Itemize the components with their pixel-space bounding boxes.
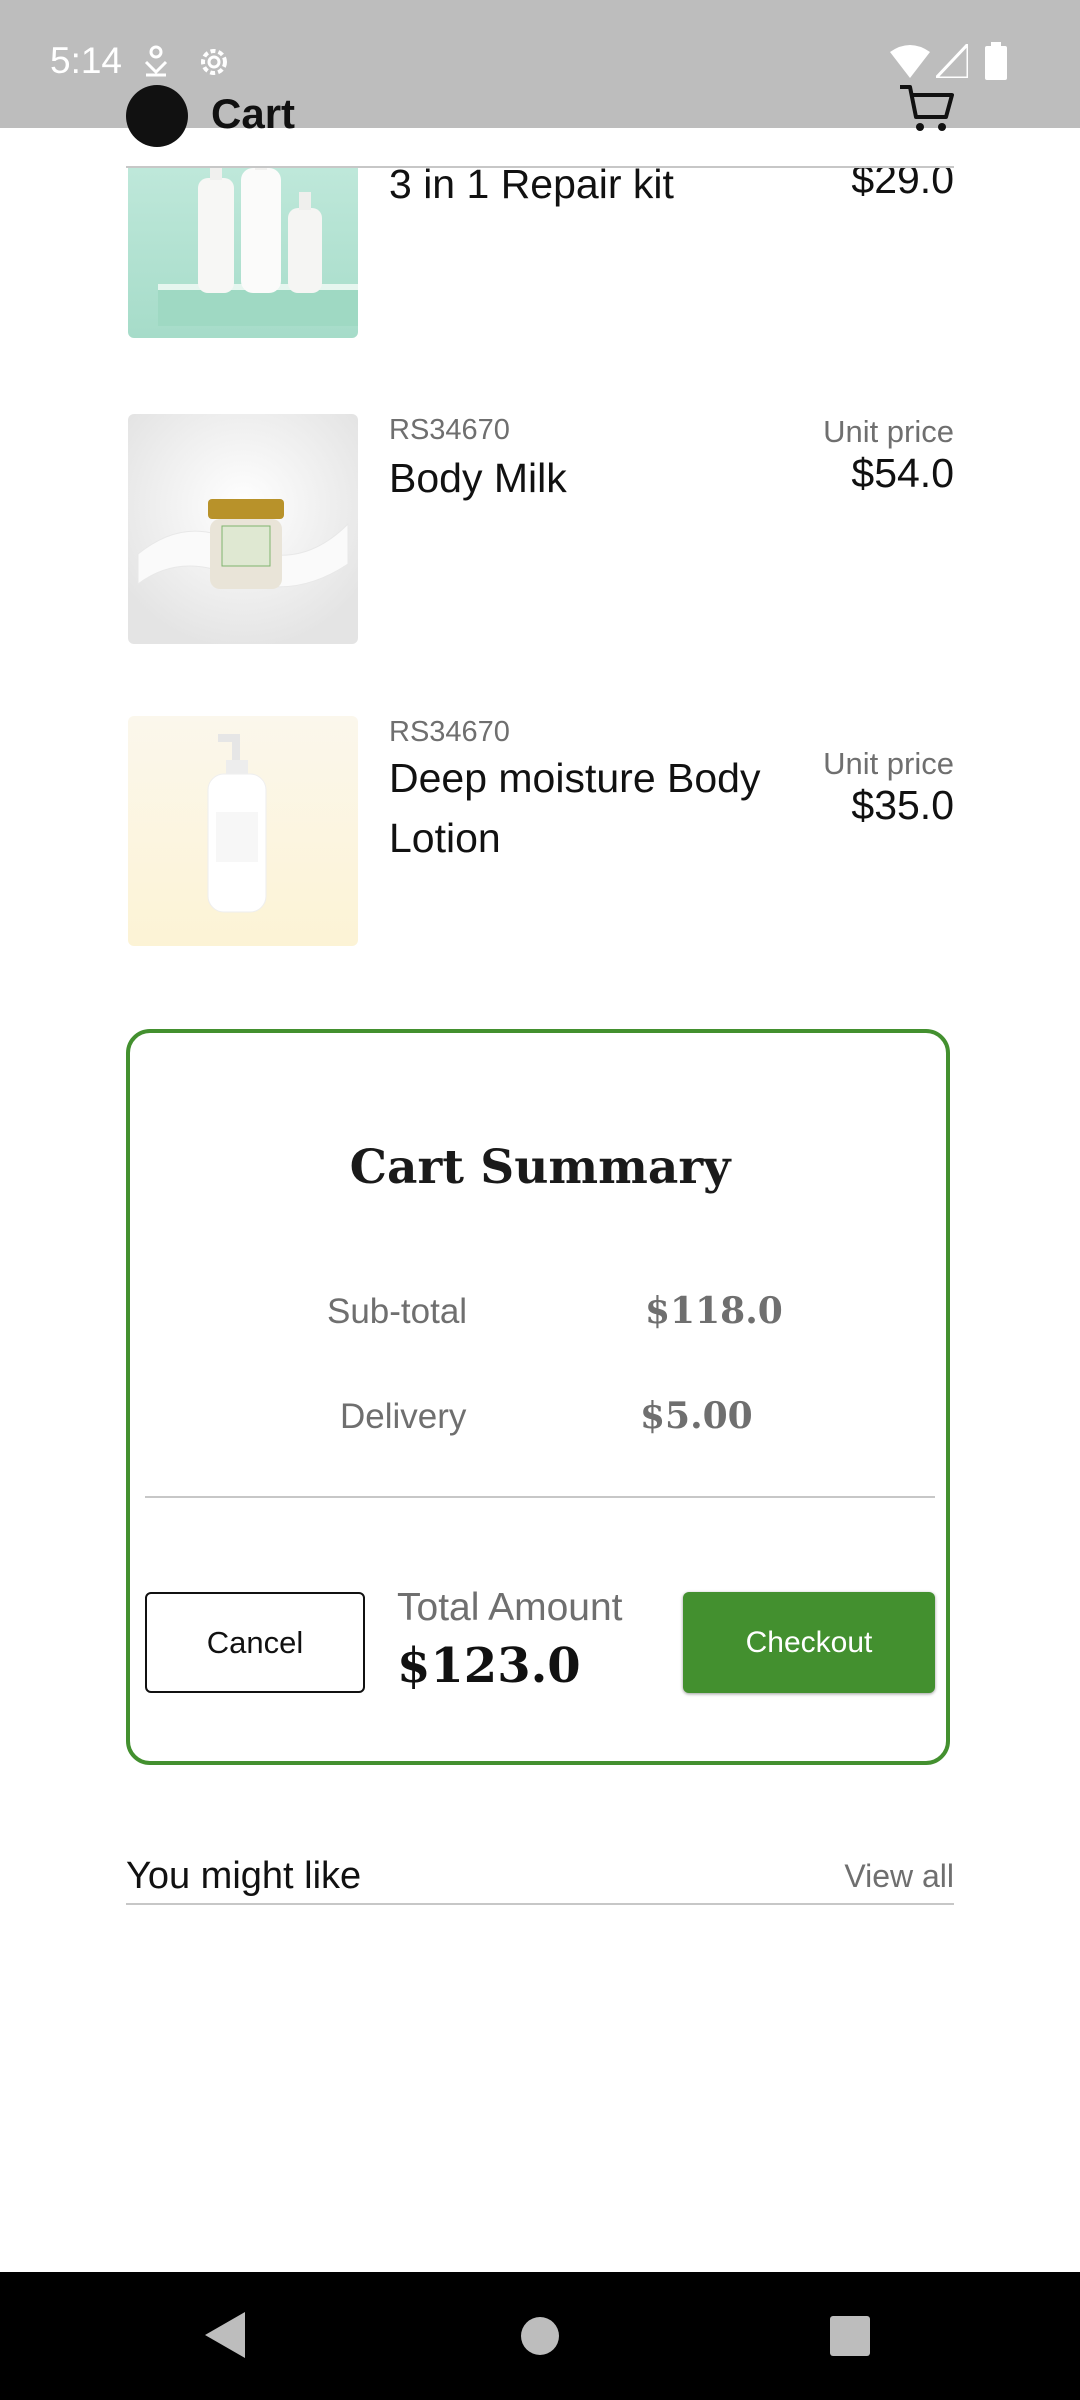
recents-icon[interactable] [830, 2316, 870, 2361]
product-image [128, 414, 358, 644]
delivery-label: Delivery [340, 1397, 467, 1436]
checkout-button[interactable]: Checkout [683, 1592, 935, 1693]
download-icon [140, 44, 172, 83]
item-name: 3 in 1 Repair kit [389, 168, 674, 207]
item-price: $29.0 [851, 168, 954, 202]
item-code: RS34670 [389, 716, 510, 748]
app-bar: Cart [126, 80, 954, 166]
item-price: $35.0 [851, 782, 954, 828]
item-name: Body Milk [389, 455, 567, 501]
cancel-button[interactable]: Cancel [145, 1592, 365, 1693]
unit-price-label: Unit price [823, 746, 954, 781]
battery-icon [985, 42, 1007, 85]
item-name: Deep moisture Body Lotion [389, 755, 761, 861]
status-time: 5:14 [50, 40, 123, 81]
total-amount-label: Total Amount [397, 1586, 623, 1629]
avatar[interactable] [126, 85, 188, 147]
section-divider [126, 1903, 954, 1905]
total-amount-value: $123.0 [397, 1638, 581, 1694]
cart-icon[interactable] [898, 83, 954, 140]
section-title-you-might-like: You might like [126, 1855, 362, 1897]
product-image [128, 716, 358, 946]
subtotal-label: Sub-total [327, 1292, 468, 1331]
cart-item[interactable]: RS34670 Body Milk Unit price $54.0 [126, 414, 954, 654]
wifi-icon [890, 44, 930, 83]
product-image [128, 168, 358, 338]
unit-price-label: Unit price [823, 414, 954, 449]
cart-summary-title: Cart Summary [349, 1140, 731, 1195]
item-price: $54.0 [851, 450, 954, 496]
settings-icon [196, 44, 232, 85]
home-icon[interactable] [520, 2316, 560, 2361]
item-code: RS34670 [389, 414, 510, 446]
cart-item[interactable]: 3 in 1 Repair kit $29.0 [126, 168, 954, 368]
signal-icon [932, 40, 970, 83]
back-icon[interactable] [205, 2312, 245, 2363]
app-bar-divider [126, 166, 954, 168]
subtotal-value: $118.0 [645, 1290, 783, 1332]
view-all-link[interactable]: View all [844, 1858, 954, 1895]
delivery-value: $5.00 [640, 1395, 753, 1437]
system-nav-bar [0, 2272, 1080, 2400]
cart-item[interactable]: RS34670 Deep moisture Body Lotion Unit p… [126, 716, 954, 976]
page-title: Cart [211, 90, 296, 137]
summary-divider [145, 1496, 935, 1498]
